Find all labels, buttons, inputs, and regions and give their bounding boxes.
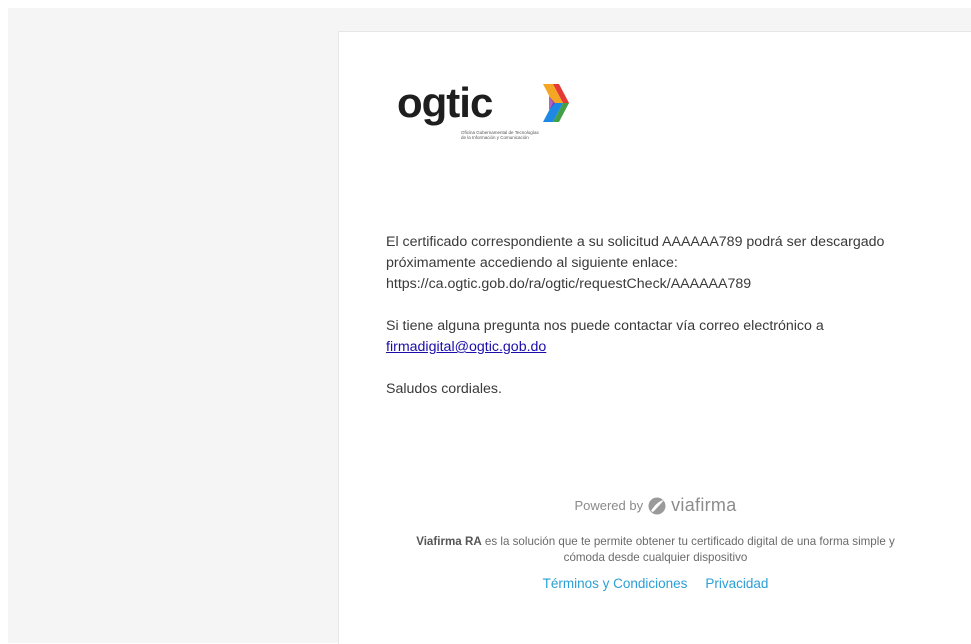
footer-links: Términos y Condiciones Privacidad	[339, 576, 971, 591]
logo-subtitle: Oficina Gubernamental de Tecnologías de …	[461, 130, 539, 140]
email-card: ogtic Oficina Gubernamental de Tecnologí…	[338, 31, 971, 644]
ogtic-logo: ogtic Oficina Gubernamental de Tecnologí…	[397, 82, 577, 152]
closing-text: Saludos cordiales.	[386, 381, 502, 397]
footer: Powered by viafirma Viafirma RA es la so…	[339, 495, 971, 591]
contact-text: Si tiene alguna pregunta nos puede conta…	[386, 318, 824, 334]
footer-description: Viafirma RA es la solución que te permit…	[416, 535, 895, 564]
powered-by-label: Powered by	[574, 498, 644, 513]
powered-by: Powered by viafirma	[574, 495, 736, 516]
viafirma-wordmark: viafirma	[671, 495, 737, 515]
message-line-1: El certificado correspondiente a su soli…	[386, 234, 885, 250]
logo-wordmark: ogtic	[397, 79, 493, 126]
email-link[interactable]: firmadigital@ogtic.gob.do	[386, 339, 546, 355]
chevron-logo-icon	[543, 84, 569, 122]
message-line-2: próximamente accediendo al siguiente enl…	[386, 255, 678, 271]
request-url: https://ca.ogtic.gob.do/ra/ogtic/request…	[386, 276, 752, 292]
privacy-link[interactable]: Privacidad	[705, 576, 768, 591]
message-body: El certificado correspondiente a su soli…	[386, 232, 946, 400]
terms-link[interactable]: Términos y Condiciones	[543, 576, 688, 591]
viafirma-logo-icon	[648, 497, 666, 514]
